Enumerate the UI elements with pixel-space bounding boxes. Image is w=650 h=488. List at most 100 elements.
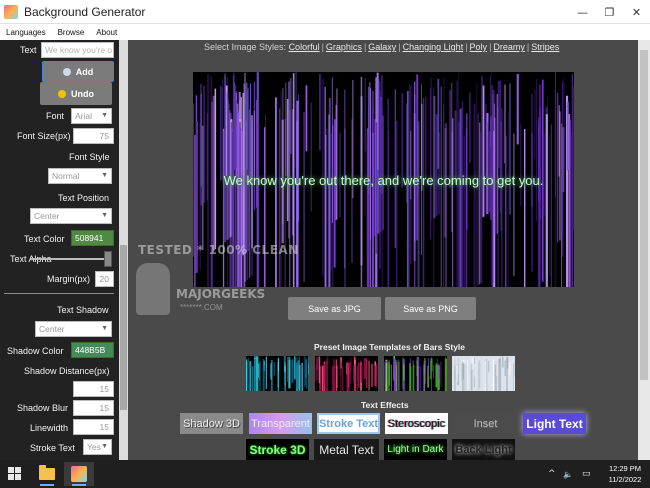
add-icon bbox=[62, 67, 71, 76]
shadow-position-select-value: Center bbox=[39, 324, 65, 334]
chevron-down-icon: ▼ bbox=[101, 443, 108, 450]
presets-title: Preset Image Templates of Bars Style bbox=[314, 342, 466, 352]
sound-icon[interactable]: 🔈 bbox=[563, 460, 573, 488]
font-label: Font bbox=[46, 111, 65, 121]
save-jpg-button[interactable]: Save as JPG bbox=[288, 297, 381, 320]
style-link-dreamy[interactable]: Dreamy bbox=[493, 42, 525, 52]
font-select[interactable]: Arial ▼ bbox=[71, 108, 112, 124]
shadow-blur-label: Shadow Blur bbox=[17, 403, 69, 413]
window-controls: — ❐ ✕ bbox=[569, 0, 650, 24]
restore-button[interactable]: ❐ bbox=[596, 0, 623, 24]
style-link-graphics[interactable]: Graphics bbox=[326, 42, 362, 52]
stroke-text-label: Stroke Text bbox=[30, 443, 75, 453]
main-scrollbar-thumb[interactable] bbox=[640, 50, 648, 380]
app-logo-icon bbox=[4, 4, 18, 19]
undo-button[interactable]: Undo bbox=[40, 82, 112, 105]
style-link-poly[interactable]: Poly bbox=[470, 42, 488, 52]
add-button-label: Add bbox=[75, 66, 94, 77]
font-style-select[interactable]: Normal ▼ bbox=[48, 168, 112, 184]
watermark-line3: *******.COM bbox=[180, 303, 223, 312]
text-position-label: Text Position bbox=[58, 193, 110, 203]
shadow-distance-input[interactable]: 15 bbox=[73, 381, 114, 397]
linewidth-label: Linewidth bbox=[30, 423, 69, 433]
shadow-position-select[interactable]: Center ▼ bbox=[35, 321, 112, 337]
text-label: Text bbox=[20, 45, 37, 55]
taskbar-file-explorer[interactable] bbox=[32, 462, 62, 486]
effect-shadow-3d[interactable]: Shadow 3D bbox=[180, 413, 243, 434]
undo-icon bbox=[58, 89, 66, 98]
chevron-down-icon: ▼ bbox=[101, 212, 108, 219]
effect-metal-text[interactable]: Metal Text bbox=[314, 439, 379, 460]
text-position-select[interactable]: Center ▼ bbox=[30, 208, 112, 224]
undo-button-label: Undo bbox=[71, 88, 94, 99]
margin-label: Margin(px) bbox=[47, 274, 91, 284]
font-select-value: Arial bbox=[75, 111, 93, 121]
style-link-changing-light[interactable]: Changing Light bbox=[403, 42, 464, 52]
watermark-line2: MAJORGEEKS bbox=[176, 287, 266, 301]
preset-thumb-2[interactable] bbox=[315, 356, 378, 391]
sidebar-scrollbar-thumb[interactable] bbox=[120, 245, 127, 410]
start-button[interactable] bbox=[8, 467, 22, 481]
taskbar-clock[interactable]: 12:29 PM 11/2/2022 bbox=[600, 463, 650, 485]
style-selector-prefix: Select Image Styles: bbox=[204, 42, 287, 52]
folder-icon bbox=[39, 465, 55, 480]
preset-thumb-4[interactable] bbox=[452, 356, 515, 391]
menu-languages[interactable]: Languages bbox=[0, 28, 52, 37]
notification-icon[interactable]: ▭ bbox=[582, 460, 591, 488]
style-link-stripes[interactable]: Stripes bbox=[531, 42, 559, 52]
shadow-blur-input[interactable]: 15 bbox=[73, 400, 114, 416]
tray-chevron-icon[interactable]: ^ bbox=[548, 460, 556, 488]
text-color-label: Text Color bbox=[24, 234, 65, 244]
watermark-mascot-icon bbox=[136, 263, 170, 315]
preset-thumb-1[interactable] bbox=[246, 356, 309, 391]
shadow-color-picker[interactable]: 448B5B bbox=[71, 342, 114, 358]
menu-browse[interactable]: Browse bbox=[52, 28, 91, 37]
effect-stroke-text[interactable]: Stroke Text bbox=[317, 413, 380, 434]
save-png-button[interactable]: Save as PNG bbox=[385, 297, 476, 320]
add-button[interactable]: Add bbox=[42, 61, 114, 82]
chevron-down-icon: ▼ bbox=[101, 112, 108, 119]
clock-time: 12:29 PM bbox=[608, 464, 642, 473]
stroke-text-select-value: Yes bbox=[87, 442, 101, 452]
tray-notify-glyph: ▭ bbox=[582, 469, 591, 479]
effect-stroke-3d[interactable]: Stroke 3D bbox=[246, 439, 309, 460]
preset-thumb-1-image bbox=[246, 356, 309, 391]
menu-bar: Languages Browse About bbox=[0, 24, 650, 40]
effect-light-in-dark[interactable]: Light in Dark bbox=[384, 439, 447, 460]
watermark-line1: TESTED * 100% CLEAN bbox=[138, 243, 299, 257]
chevron-down-icon: ▼ bbox=[101, 325, 108, 332]
font-size-input[interactable]: 75 bbox=[73, 128, 114, 144]
style-link-colorful[interactable]: Colorful bbox=[289, 42, 320, 52]
text-position-select-value: Center bbox=[34, 211, 60, 221]
menu-about[interactable]: About bbox=[90, 28, 123, 37]
preset-thumb-3[interactable] bbox=[384, 356, 447, 391]
close-button[interactable]: ✕ bbox=[623, 0, 650, 24]
effect-light-text[interactable]: Light Text bbox=[523, 413, 586, 434]
text-color-picker[interactable]: 508941 bbox=[71, 230, 114, 246]
chevron-down-icon: ▼ bbox=[101, 172, 108, 179]
clock-date: 11/2/2022 bbox=[608, 475, 642, 484]
effect-transparent[interactable]: Transparent bbox=[249, 413, 312, 434]
app-window: Background Generator — ❐ ✕ Languages Bro… bbox=[0, 0, 650, 460]
shadow-distance-label: Shadow Distance(px) bbox=[24, 366, 110, 376]
effect-inset[interactable]: Inset bbox=[453, 413, 518, 434]
style-selector-bar: Select Image Styles: Colorful | Graphics | G… bbox=[204, 42, 560, 52]
effect-back-light[interactable]: Back Light bbox=[452, 439, 515, 460]
background-generator-icon bbox=[71, 466, 87, 482]
font-size-label: Font Size(px) bbox=[17, 131, 71, 141]
text-alpha-slider-track[interactable] bbox=[30, 258, 104, 260]
linewidth-input[interactable]: 15 bbox=[73, 419, 114, 435]
effects-title: Text Effects bbox=[361, 400, 409, 410]
style-link-galaxy[interactable]: Galaxy bbox=[368, 42, 396, 52]
preset-thumb-3-image bbox=[384, 356, 447, 391]
windows-taskbar: ^ 🔈 ▭ 12:29 PM 11/2/2022 bbox=[0, 460, 650, 488]
text-shadow-label: Text Shadow bbox=[57, 305, 109, 315]
minimize-button[interactable]: — bbox=[569, 0, 596, 24]
stroke-text-select[interactable]: Yes ▼ bbox=[83, 439, 112, 455]
text-alpha-slider-handle[interactable] bbox=[104, 251, 112, 267]
margin-input[interactable]: 20 bbox=[95, 271, 114, 287]
taskbar-background-generator[interactable] bbox=[64, 462, 94, 486]
preset-thumb-2-image bbox=[315, 356, 378, 391]
effect-steroscopic[interactable]: Steroscopic bbox=[385, 413, 448, 434]
text-input[interactable]: We know you're o bbox=[41, 42, 114, 58]
